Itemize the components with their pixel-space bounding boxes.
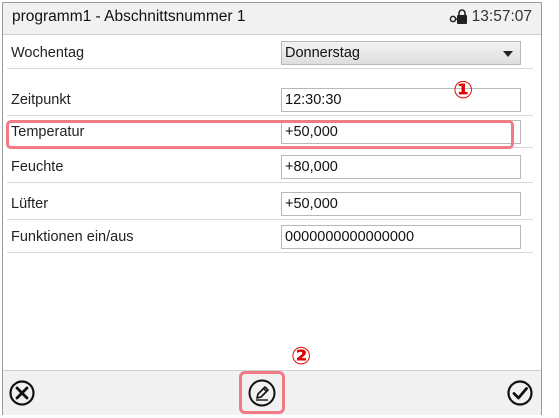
edit-button[interactable]	[245, 376, 279, 410]
cancel-button[interactable]	[5, 376, 39, 410]
callout-marker-1: ①	[453, 76, 474, 104]
page-title: programm1 - Abschnittsnummer 1	[12, 8, 246, 25]
title-bar: programm1 - Abschnittsnummer 1 13:57:07	[3, 3, 541, 35]
temperature-highlight-annotation	[6, 120, 514, 149]
confirm-button[interactable]	[503, 376, 537, 410]
pencil-circle-icon	[248, 379, 276, 407]
time-value: 12:30:30	[285, 92, 342, 108]
row-label: Wochentag	[11, 45, 85, 61]
clock-time: 13:57:07	[471, 8, 532, 25]
fan-value: +50,000	[285, 196, 338, 212]
callout-marker-2: ②	[291, 342, 312, 370]
row-divider	[7, 68, 533, 69]
weekday-value: Donnerstag	[285, 45, 360, 61]
row-label: Lüfter	[11, 196, 49, 212]
row-label: Feuchte	[11, 159, 64, 175]
row-divider	[7, 252, 533, 253]
functions-input[interactable]: 0000000000000000	[281, 225, 521, 249]
weekday-select[interactable]: Donnerstag	[281, 41, 521, 65]
row-wochentag: Wochentag Donnerstag	[3, 38, 541, 69]
fan-input[interactable]: +50,000	[281, 192, 521, 216]
row-funktionen: Funktionen ein/aus 0000000000000000	[3, 222, 541, 253]
time-input[interactable]: 12:30:30	[281, 88, 521, 112]
close-circle-icon	[9, 380, 35, 406]
row-divider	[7, 115, 533, 116]
humidity-input[interactable]: +80,000	[281, 155, 521, 179]
functions-value: 0000000000000000	[285, 229, 415, 245]
lock-key-icon	[449, 9, 467, 24]
chevron-down-icon	[503, 51, 513, 57]
row-label: Zeitpunkt	[11, 92, 71, 108]
row-luefter: Lüfter +50,000	[3, 189, 541, 220]
row-label: Funktionen ein/aus	[11, 229, 134, 245]
row-divider	[7, 182, 533, 183]
dialog-window: programm1 - Abschnittsnummer 1 13:57:07 …	[2, 2, 542, 415]
row-feuchte: Feuchte +80,000	[3, 152, 541, 183]
check-circle-icon	[507, 380, 533, 406]
footer-toolbar	[3, 370, 541, 415]
row-divider	[7, 219, 533, 220]
humidity-value: +80,000	[285, 159, 338, 175]
status-area: 13:57:07	[449, 8, 532, 26]
